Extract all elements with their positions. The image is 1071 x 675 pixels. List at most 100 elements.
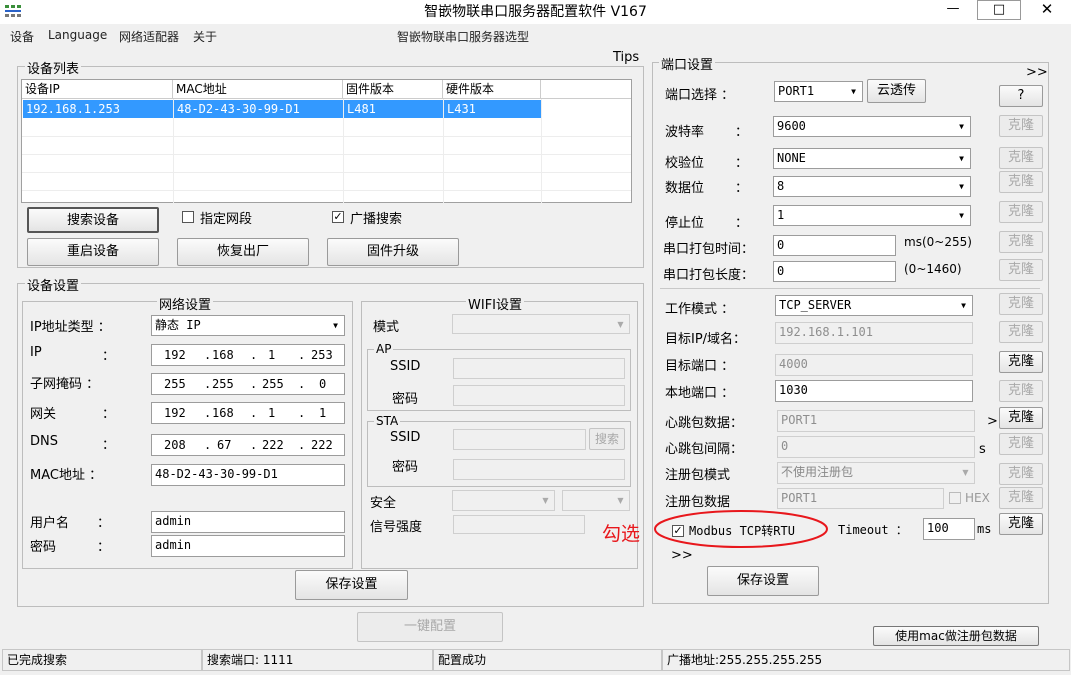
mask-octet: 255 (262, 377, 284, 391)
pack-time-field[interactable]: 0 (773, 235, 896, 256)
menu-about[interactable]: 关于 (193, 28, 217, 45)
col-header-mac[interactable]: MAC地址 (173, 80, 343, 99)
save-port-settings-button[interactable]: 保存设置 (707, 566, 819, 596)
clone-target-ip-button[interactable]: 克隆 (999, 321, 1043, 343)
ap-password-field[interactable] (453, 385, 625, 406)
save-device-settings-button[interactable]: 保存设置 (295, 570, 408, 600)
username-field[interactable]: admin (151, 511, 345, 533)
port-select[interactable]: PORT1 ▼ (774, 81, 863, 102)
ip-type-select[interactable]: 静态 IP ▼ (151, 315, 345, 336)
target-port-field[interactable]: 4000 (775, 354, 973, 376)
grid-line (22, 136, 631, 137)
data-bits-select[interactable]: 8 ▼ (773, 176, 971, 197)
parity-select[interactable]: NONE ▼ (773, 148, 971, 169)
clone-baud-button[interactable]: 克隆 (999, 115, 1043, 137)
mask-octet: 255 (212, 377, 234, 391)
security-select[interactable]: ▼ (452, 490, 555, 511)
password-field[interactable]: admin (151, 535, 345, 557)
stop-bits-colon: ： (735, 216, 749, 231)
mac-register-button[interactable]: 使用mac做注册包数据 (873, 626, 1039, 646)
dropdown-arrow-icon: ▼ (959, 122, 964, 131)
device-settings-title: 设备设置 (25, 275, 82, 294)
work-mode-label: 工作模式 ： (665, 302, 735, 317)
clone-heartbeat-data-button[interactable]: 克隆 (999, 407, 1043, 429)
mac-field[interactable]: 48-D2-43-30-99-D1 (151, 464, 345, 486)
register-mode-select[interactable]: 不使用注册包 ▼ (777, 462, 975, 484)
ip-octet: 192 (164, 348, 186, 362)
sta-password-field[interactable] (453, 459, 625, 480)
firmware-upgrade-button[interactable]: 固件升级 (327, 238, 459, 266)
clone-pack-time-button[interactable]: 克隆 (999, 231, 1043, 253)
col-header-firmware[interactable]: 固件版本 (343, 80, 443, 99)
menu-network-adapter[interactable]: 网络适配器 (119, 28, 179, 45)
specify-segment-checkbox[interactable] (182, 211, 194, 223)
menu-model-select[interactable]: 智嵌物联串口服务器选型 (397, 28, 529, 45)
clone-heartbeat-interval-button[interactable]: 克隆 (999, 433, 1043, 455)
timeout-field[interactable]: 100 (923, 518, 975, 540)
local-port-label: 本地端口 ： (665, 386, 735, 401)
heartbeat-data-field[interactable]: PORT1 (777, 410, 975, 432)
work-mode-select[interactable]: TCP_SERVER ▼ (775, 295, 973, 316)
search-device-button[interactable]: 搜索设备 (27, 207, 159, 233)
pack-length-label: 串口打包长度： (663, 268, 755, 283)
cloud-passthrough-button[interactable]: 云透传 (867, 79, 926, 103)
parity-label: 校验位 (665, 156, 705, 171)
target-ip-field[interactable]: 192.168.1.101 (775, 322, 973, 344)
clone-local-port-button[interactable]: 克隆 (999, 380, 1043, 402)
minimize-button[interactable]: — (935, 0, 971, 20)
sta-ssid-field[interactable] (453, 429, 586, 450)
dns-octet: 67 (217, 438, 232, 452)
table-row[interactable]: 192.168.1.253 48-D2-43-30-99-D1 L481 L43… (23, 100, 542, 118)
heartbeat-more-icon[interactable]: > (987, 414, 998, 429)
clone-pack-length-button[interactable]: 克隆 (999, 259, 1043, 281)
menu-language[interactable]: Language (48, 28, 107, 42)
col-header-ip[interactable]: 设备IP (22, 80, 173, 99)
gateway-field[interactable]: 192 . 168 . 1 . 1 (151, 402, 345, 424)
clone-work-mode-button[interactable]: 克隆 (999, 293, 1043, 315)
grid-line (22, 154, 631, 155)
tips-label[interactable]: Tips (613, 50, 639, 65)
dropdown-arrow-icon: ▼ (962, 468, 969, 477)
close-button[interactable]: ✕ (1024, 0, 1070, 20)
ip-address-field[interactable]: 192 . 168 . 1 . 253 (151, 344, 345, 366)
maximize-button[interactable]: □ (977, 0, 1021, 20)
local-port-field[interactable]: 1030 (775, 380, 973, 402)
expand-toggle[interactable]: >> (1026, 65, 1048, 80)
menu-device[interactable]: 设备 (10, 28, 34, 45)
one-key-config-button[interactable]: 一键配置 (357, 612, 503, 642)
factory-reset-button[interactable]: 恢复出厂 (177, 238, 309, 266)
reboot-device-button[interactable]: 重启设备 (27, 238, 159, 266)
sta-search-button[interactable]: 搜索 (589, 428, 625, 450)
register-mode-label: 注册包模式 (665, 468, 731, 483)
col-header-hardware[interactable]: 硬件版本 (443, 80, 541, 99)
clone-register-mode-button[interactable]: 克隆 (999, 463, 1043, 485)
subnet-mask-field[interactable]: 255 . 255 . 255 . 0 (151, 373, 345, 395)
pack-length-field[interactable]: 0 (773, 261, 896, 282)
hex-checkbox[interactable] (949, 492, 961, 504)
encryption-select[interactable]: ▼ (562, 490, 630, 511)
stop-bits-select[interactable]: 1 ▼ (773, 205, 971, 226)
register-data-field[interactable]: PORT1 (777, 488, 944, 509)
baud-rate-select[interactable]: 9600 ▼ (773, 116, 971, 137)
ap-ssid-label: SSID (390, 359, 421, 374)
clone-stop-bits-button[interactable]: 克隆 (999, 201, 1043, 223)
device-table[interactable]: 设备IP MAC地址 固件版本 硬件版本 192.168.1.253 48-D2… (21, 79, 632, 203)
clone-register-data-button[interactable]: 克隆 (999, 487, 1043, 509)
ap-ssid-field[interactable] (453, 358, 625, 379)
clone-data-bits-button[interactable]: 克隆 (999, 171, 1043, 193)
collapse-toggle[interactable]: >> (671, 548, 693, 563)
broadcast-search-checkbox[interactable]: ✓ (332, 211, 344, 223)
wifi-mode-select[interactable]: ▼ (452, 314, 630, 334)
ap-password-label: 密码 (392, 392, 419, 407)
clone-parity-button[interactable]: 克隆 (999, 147, 1043, 169)
ip-type-label: IP地址类型 ： (30, 320, 111, 335)
clone-timeout-button[interactable]: 克隆 (999, 513, 1043, 535)
baud-rate-value: 9600 (777, 119, 806, 133)
grid-line (22, 190, 631, 191)
dns-field[interactable]: 208 . 67 . 222 . 222 (151, 434, 345, 456)
mac-label: MAC地址 ： (30, 468, 103, 483)
help-button[interactable]: ? (999, 85, 1043, 107)
clone-target-port-button[interactable]: 克隆 (999, 351, 1043, 373)
subnet-mask-label: 子网掩码 ： (30, 377, 100, 392)
heartbeat-interval-field[interactable]: 0 (777, 436, 975, 458)
